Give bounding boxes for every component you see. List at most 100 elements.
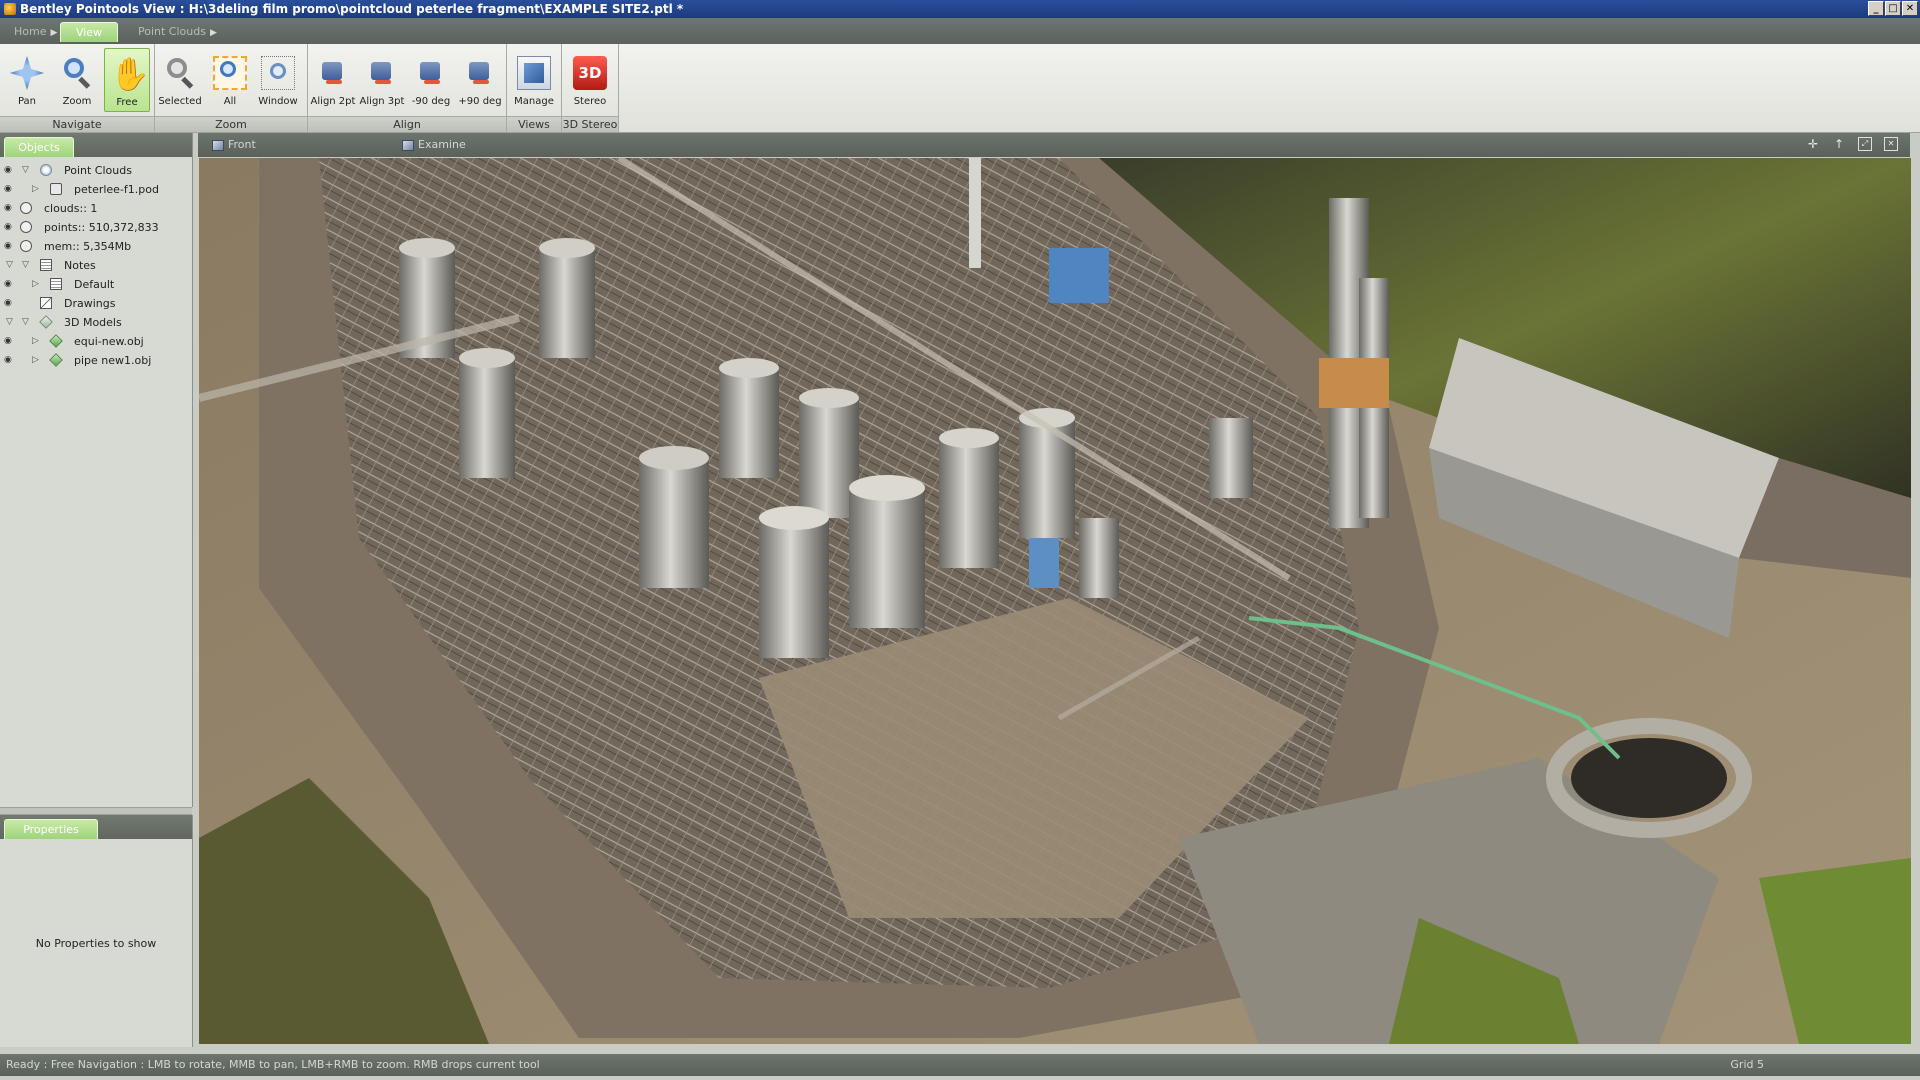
visibility-eye-icon[interactable]: ◉: [4, 204, 14, 213]
manage-views-button[interactable]: Manage: [511, 48, 557, 112]
visibility-eye-icon[interactable]: ◉: [4, 299, 14, 308]
notes-icon: [40, 259, 52, 271]
properties-empty-message: No Properties to show: [35, 937, 157, 950]
stereo-group-label: 3D Stereo: [562, 116, 618, 132]
free-navigation-button[interactable]: ✋ Free: [104, 48, 150, 112]
manage-views-icon: [517, 56, 551, 90]
expand-toggle-icon[interactable]: ▽: [22, 313, 29, 332]
visibility-eye-icon[interactable]: ◉: [4, 280, 14, 289]
maximize-view-icon[interactable]: ⤢: [1858, 137, 1872, 151]
objects-tab-bar: Objects: [0, 133, 192, 157]
zoom-window-icon: [261, 56, 295, 90]
ribbon-tab-bar: Home ▶ View Point Clouds ▶: [0, 18, 1920, 45]
window-label: Window: [258, 96, 298, 107]
zoom-selected-button[interactable]: Selected: [157, 48, 203, 112]
rotate-minus-90-button[interactable]: -90 deg: [408, 48, 454, 112]
window-title: Bentley Pointools View : H:\3deling film…: [20, 2, 684, 16]
tab-view[interactable]: View: [60, 22, 118, 42]
expand-toggle-icon[interactable]: ▷: [32, 351, 39, 370]
tree-label: Point Clouds: [64, 164, 132, 177]
close-view-icon[interactable]: ✕: [1884, 137, 1898, 151]
tree-label: equi-new.obj: [74, 335, 144, 348]
tab-point-clouds-label: Point Clouds: [138, 25, 206, 38]
stereo-button[interactable]: 3D Stereo: [567, 48, 613, 112]
tree-item-clouds-count: ◉ clouds:: 1: [0, 199, 192, 218]
toolbar: Pan Zoom ✋ Free Navigate Selected All Wi…: [0, 44, 1920, 133]
objects-tree: ◉ ▽ Point Clouds ◉ ▷ peterlee-f1.pod ◉ c…: [0, 157, 192, 370]
expand-toggle-icon[interactable]: ▷: [32, 332, 39, 351]
tab-view-front[interactable]: Front: [212, 133, 256, 157]
selected-label: Selected: [158, 96, 202, 107]
align-3pt-button[interactable]: Align 3pt: [359, 48, 405, 112]
align-group-label: Align: [308, 116, 506, 132]
tree-item-default-note[interactable]: ◉ ▷ Default: [0, 275, 192, 294]
view-examine-icon: [402, 139, 414, 151]
point-cloud-icon: [40, 164, 52, 176]
tree-item-equi-new[interactable]: ◉ ▷ equi-new.obj: [0, 332, 192, 351]
tree-label: mem:: 5,354Mb: [44, 240, 132, 253]
visibility-eye-icon[interactable]: ◉: [4, 166, 14, 175]
bottom-strip: [0, 1076, 1920, 1080]
expand-toggle-icon[interactable]: ▷: [32, 275, 39, 294]
model-icon: [49, 353, 63, 367]
visibility-eye-icon[interactable]: ◉: [4, 356, 14, 365]
maximize-button[interactable]: □: [1885, 1, 1901, 16]
zoom-all-icon: [213, 56, 247, 90]
zoom-all-button[interactable]: All: [207, 48, 253, 112]
expand-toggle-icon[interactable]: ▽: [22, 256, 29, 275]
zoom-icon: [60, 56, 94, 90]
align-group: Align 2pt Align 3pt -90 deg +90 deg Alig…: [308, 44, 507, 132]
tab-properties[interactable]: Properties: [4, 819, 98, 839]
align-3pt-icon: [365, 56, 399, 90]
view-controls: ✛ ↑ ⤢ ✕: [1806, 137, 1898, 151]
tab-home[interactable]: Home ▶: [8, 22, 63, 42]
rotate-plus-90-button[interactable]: +90 deg: [457, 48, 503, 112]
navigate-group: Pan Zoom ✋ Free Navigate: [0, 44, 155, 132]
title-bar: Bentley Pointools View : H:\3deling film…: [0, 0, 1920, 18]
visibility-eye-icon[interactable]: ◉: [4, 185, 14, 194]
visibility-eye-icon[interactable]: ◉: [4, 337, 14, 346]
zoom-button[interactable]: Zoom: [54, 48, 100, 112]
tree-label: Default: [74, 278, 115, 291]
tab-view-examine[interactable]: Examine: [402, 133, 466, 157]
tree-item-drawings[interactable]: ◉ Drawings: [0, 294, 192, 313]
info-icon: [20, 240, 32, 252]
panel-splitter[interactable]: [0, 807, 192, 815]
tree-item-point-clouds[interactable]: ◉ ▽ Point Clouds: [0, 161, 192, 180]
align-2pt-button[interactable]: Align 2pt: [310, 48, 356, 112]
models-icon: [39, 315, 53, 329]
up-icon[interactable]: ↑: [1832, 137, 1846, 151]
tree-item-points-count: ◉ points:: 510,372,833: [0, 218, 192, 237]
info-icon: [20, 221, 32, 233]
tree-label: clouds:: 1: [44, 202, 98, 215]
tree-item-memory: ◉ mem:: 5,354Mb: [0, 237, 192, 256]
align-2pt-icon: [316, 56, 350, 90]
tab-objects[interactable]: Objects: [4, 137, 74, 157]
pan-button[interactable]: Pan: [4, 48, 50, 112]
zoom-window-button[interactable]: Window: [255, 48, 301, 112]
align-2pt-label: Align 2pt: [310, 96, 356, 107]
tree-label: peterlee-f1.pod: [74, 183, 159, 196]
all-label: All: [223, 96, 237, 107]
grid-indicator: Grid 5: [1730, 1058, 1764, 1071]
close-button[interactable]: ✕: [1902, 1, 1918, 16]
views-group: Manage Views: [507, 44, 562, 132]
expand-toggle-icon[interactable]: ▽: [6, 256, 13, 275]
visibility-eye-icon[interactable]: ◉: [4, 223, 14, 232]
expand-toggle-icon[interactable]: ▷: [32, 180, 39, 199]
expand-toggle-icon[interactable]: ▽: [6, 313, 13, 332]
add-view-icon[interactable]: ✛: [1806, 137, 1820, 151]
tree-item-pipe-new1[interactable]: ◉ ▷ pipe new1.obj: [0, 351, 192, 370]
expand-toggle-icon[interactable]: ▽: [22, 161, 29, 180]
tab-point-clouds[interactable]: Point Clouds ▶: [132, 22, 223, 42]
minimize-button[interactable]: _: [1868, 1, 1884, 16]
zoom-label: Zoom: [62, 96, 92, 107]
zoom-selected-icon: [163, 56, 197, 90]
properties-panel: Properties No Properties to show: [0, 815, 193, 1047]
zoom-group: Selected All Window Zoom: [155, 44, 308, 132]
visibility-eye-icon[interactable]: ◉: [4, 242, 14, 251]
tree-item-notes[interactable]: ▽ ▽ Notes: [0, 256, 192, 275]
tree-item-3d-models[interactable]: ▽ ▽ 3D Models: [0, 313, 192, 332]
tree-item-pod-file[interactable]: ◉ ▷ peterlee-f1.pod: [0, 180, 192, 199]
point-cloud-viewport[interactable]: [199, 158, 1911, 1044]
